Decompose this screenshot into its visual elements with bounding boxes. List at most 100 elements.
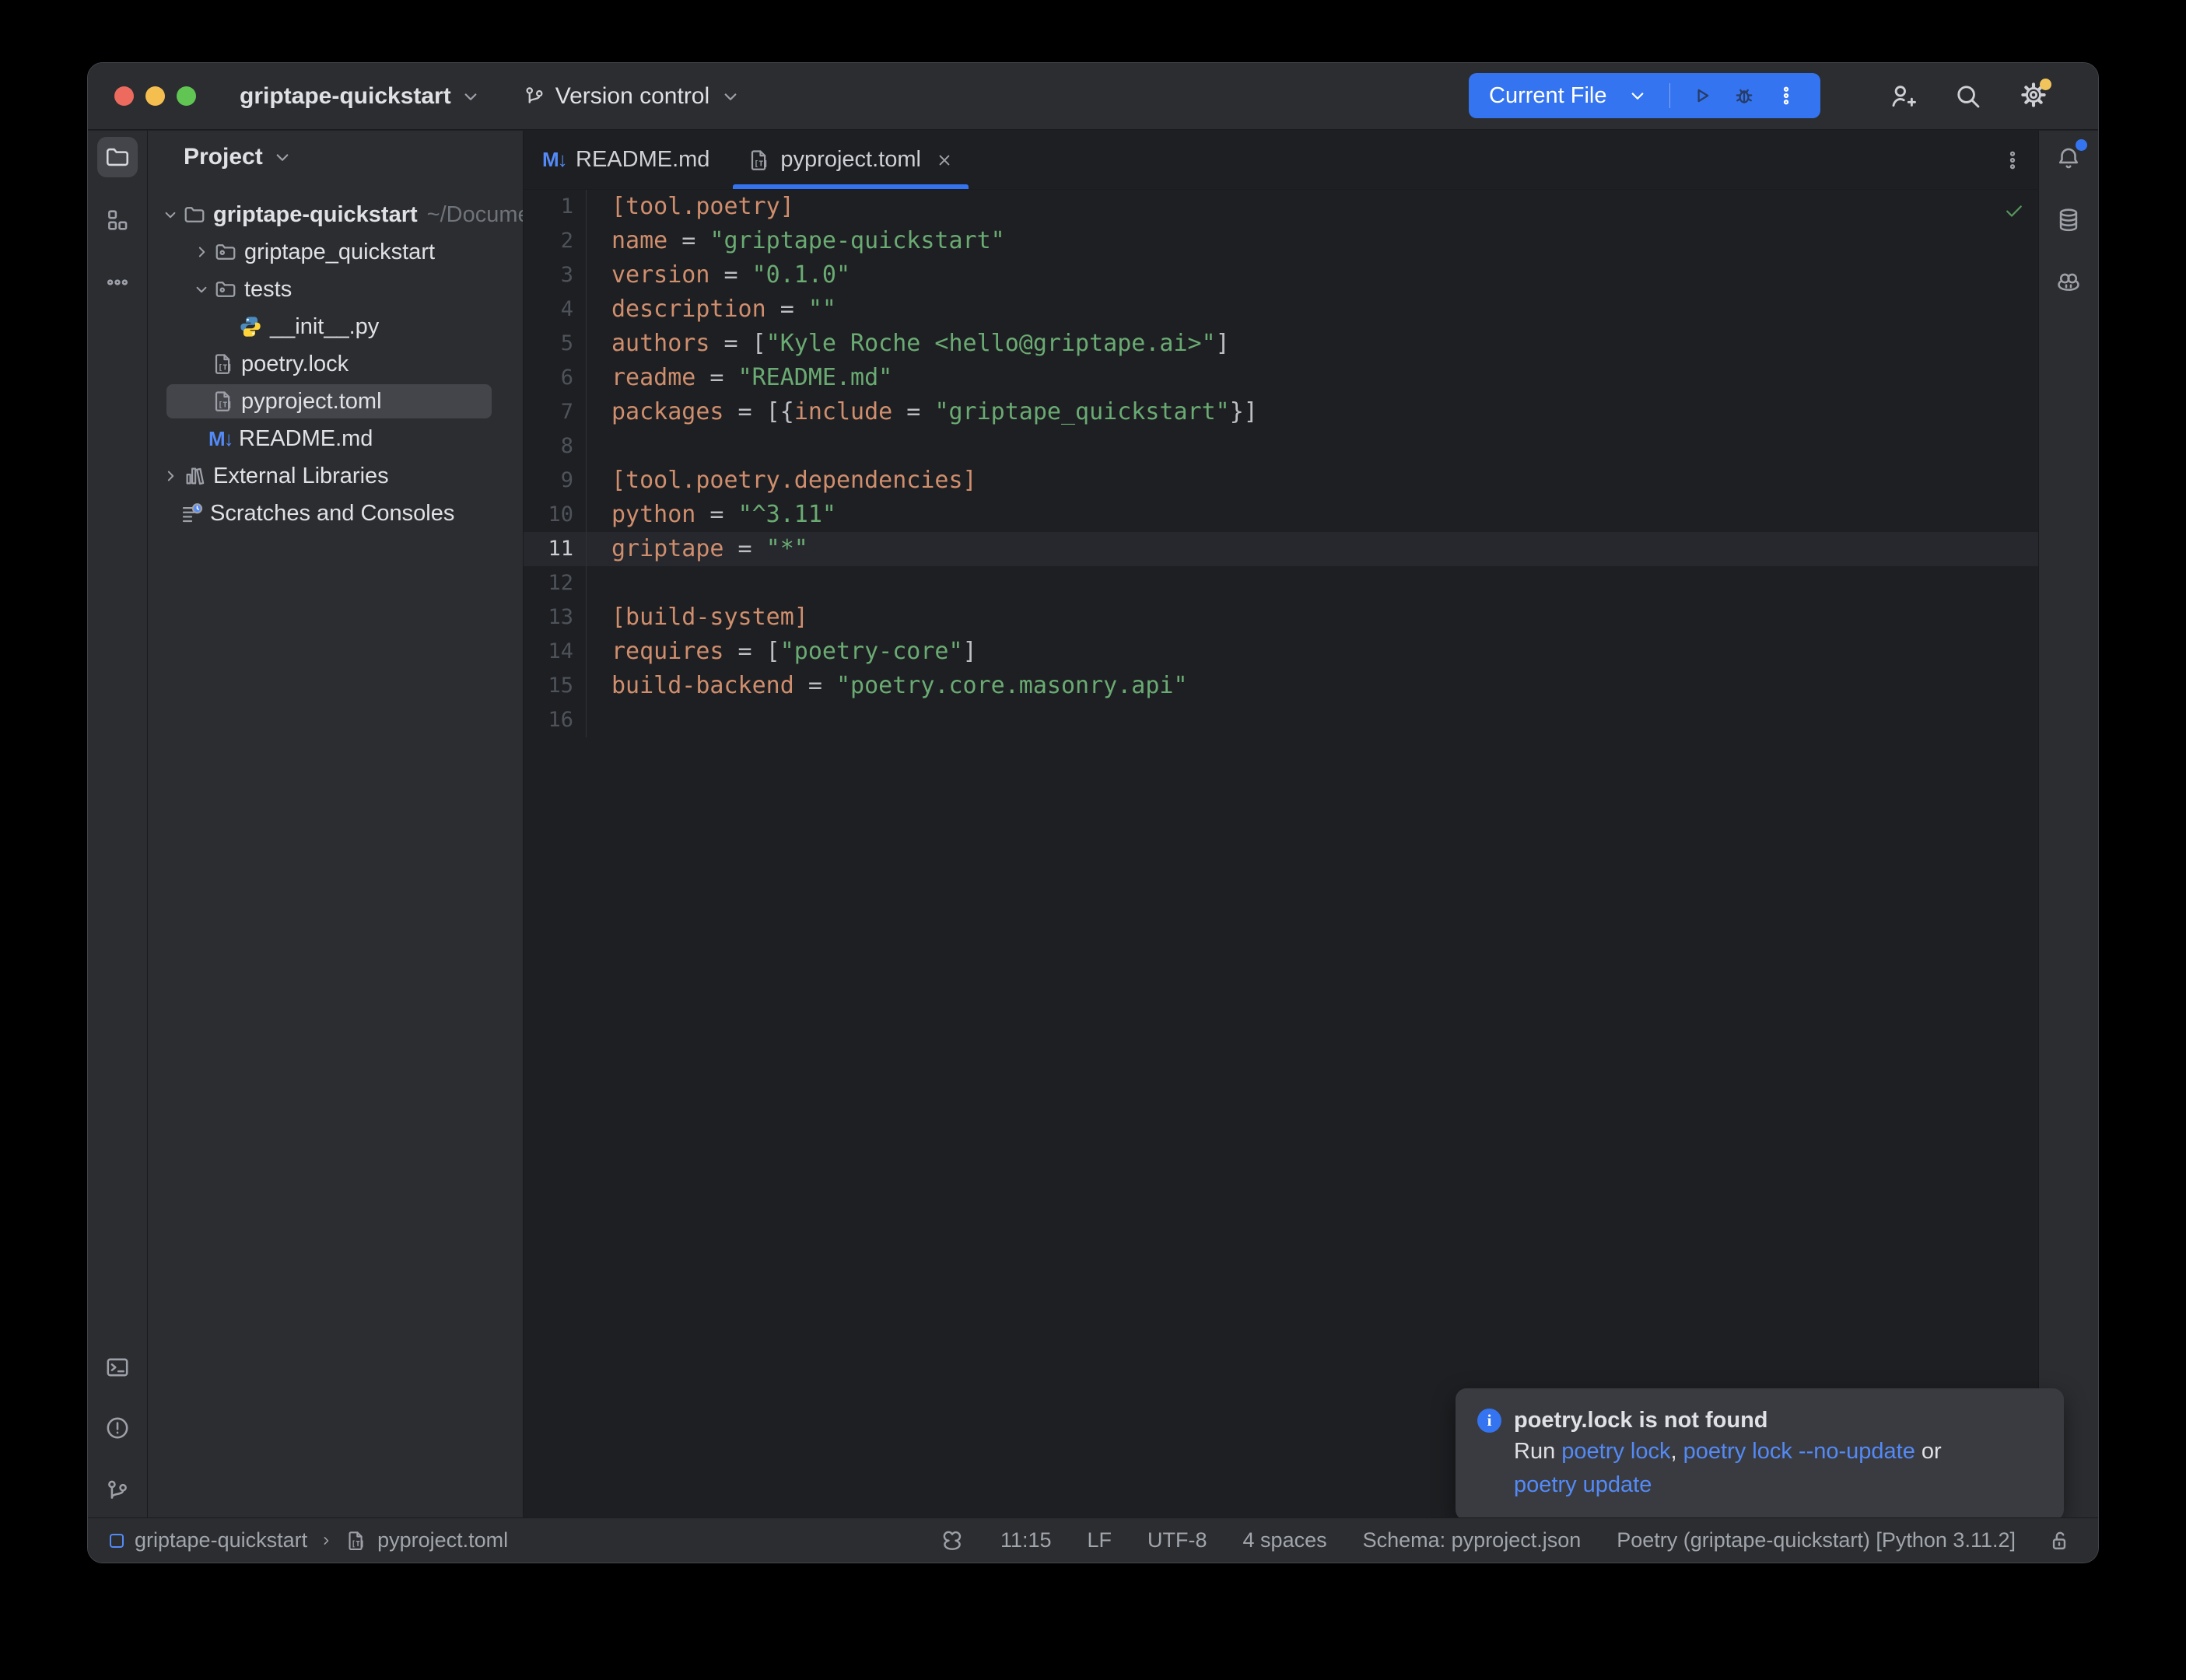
- tree-item-pyproject-toml[interactable]: pyproject.toml: [148, 383, 523, 420]
- git-branch-icon: [104, 1478, 131, 1504]
- code-line[interactable]: 8: [524, 429, 2038, 464]
- tree-item-griptape-quickstart-pkg[interactable]: griptape_quickstart: [148, 233, 523, 271]
- python-icon: [238, 314, 263, 339]
- terminal-icon: [104, 1354, 131, 1381]
- status-item[interactable]: 4 spaces: [1243, 1528, 1327, 1552]
- more-actions-icon[interactable]: [1774, 84, 1798, 107]
- status-item[interactable]: UTF-8: [1147, 1528, 1207, 1552]
- problems-tool-button[interactable]: [97, 1408, 138, 1448]
- status-item[interactable]: 11:15: [1000, 1528, 1052, 1552]
- status-item[interactable]: Schema: pyproject.json: [1363, 1528, 1582, 1552]
- vcs-widget[interactable]: Version control: [523, 83, 742, 110]
- code-text: readme = "README.md": [586, 361, 892, 395]
- run-configuration-selector[interactable]: Current File: [1489, 83, 1607, 109]
- unlock-icon[interactable]: [2047, 1528, 2072, 1553]
- code-text: requires = ["poetry-core"]: [586, 635, 977, 669]
- line-number: 3: [524, 258, 573, 292]
- tree-item-readme-md[interactable]: M↓ README.md: [148, 420, 523, 457]
- notification-link[interactable]: poetry update: [1514, 1472, 1652, 1497]
- tab-pyproject-toml[interactable]: pyproject.toml: [728, 131, 973, 189]
- run-widget: Current File: [1469, 73, 1820, 118]
- breadcrumb-project[interactable]: griptape-quickstart: [135, 1528, 307, 1552]
- code-line[interactable]: 5authors = ["Kyle Roche <hello@griptape.…: [524, 327, 2038, 361]
- status-item[interactable]: Poetry (griptape-quickstart) [Python 3.1…: [1617, 1528, 2016, 1552]
- tab-options-icon[interactable]: [2001, 149, 2024, 172]
- ai-assistant-tool-button[interactable]: [2048, 263, 2089, 303]
- code-line[interactable]: 11griptape = "*": [524, 532, 2038, 566]
- chevron-right-icon[interactable]: [191, 242, 212, 262]
- code-editor[interactable]: 1[tool.poetry]2name = "griptape-quicksta…: [524, 190, 2038, 737]
- code-line[interactable]: 15build-backend = "poetry.core.masonry.a…: [524, 669, 2038, 703]
- chevron-right-icon[interactable]: [160, 466, 180, 486]
- code-line[interactable]: 2name = "griptape-quickstart": [524, 224, 2038, 258]
- status-item[interactable]: LF: [1088, 1528, 1112, 1552]
- more-tool-windows-button[interactable]: [97, 262, 138, 303]
- code-line[interactable]: 10python = "^3.11": [524, 498, 2038, 532]
- tree-item-poetry-lock[interactable]: poetry.lock: [148, 345, 523, 383]
- code-line[interactable]: 7packages = [{include = "griptape_quicks…: [524, 395, 2038, 429]
- code-line[interactable]: 1[tool.poetry]: [524, 190, 2038, 224]
- code-line[interactable]: 16: [524, 703, 2038, 737]
- project-panel: Project griptape-quickstart ~/Docume gri…: [148, 131, 524, 1519]
- code-line[interactable]: 6readme = "README.md": [524, 361, 2038, 395]
- project-panel-title: Project: [184, 144, 263, 170]
- notifications-tool-button[interactable]: [2048, 138, 2089, 178]
- line-number: 12: [524, 566, 573, 600]
- structure-tool-button[interactable]: [97, 200, 138, 240]
- settings-button[interactable]: [2019, 80, 2048, 114]
- debug-icon[interactable]: [1732, 84, 1756, 107]
- close-tab-icon[interactable]: [934, 150, 955, 170]
- close-window-button[interactable]: [114, 86, 134, 106]
- ide-window: griptape-quickstart Version control Curr…: [87, 62, 2099, 1563]
- minimize-window-button[interactable]: [145, 86, 165, 106]
- chevron-down-icon[interactable]: [191, 279, 212, 299]
- notification-popup[interactable]: i poetry.lock is not found Run poetry lo…: [1456, 1388, 2064, 1521]
- chevron-down-icon[interactable]: [1626, 84, 1649, 107]
- tree-item-tests[interactable]: tests: [148, 271, 523, 308]
- tree-item-root[interactable]: griptape-quickstart ~/Docume: [148, 196, 523, 233]
- notification-link[interactable]: poetry lock: [1561, 1439, 1670, 1464]
- tree-item-external-libraries[interactable]: External Libraries: [148, 457, 523, 495]
- code-text: build-backend = "poetry.core.masonry.api…: [586, 669, 1188, 703]
- maximize-window-button[interactable]: [177, 86, 196, 106]
- notification-link[interactable]: poetry lock --no-update: [1683, 1439, 1915, 1464]
- code-line[interactable]: 13[build-system]: [524, 600, 2038, 635]
- code-line[interactable]: 9[tool.poetry.dependencies]: [524, 464, 2038, 498]
- code-line[interactable]: 14 requires = ["poetry-core"]: [524, 635, 2038, 669]
- ellipsis-icon: [104, 269, 131, 296]
- libraries-icon: [183, 464, 206, 488]
- code-line[interactable]: 12: [524, 566, 2038, 600]
- commit-tool-button[interactable]: [97, 1471, 138, 1511]
- tree-item-label: griptape-quickstart: [213, 202, 418, 228]
- run-icon[interactable]: [1690, 84, 1714, 107]
- line-number: 14: [524, 635, 573, 669]
- tree-item-label: External Libraries: [213, 464, 389, 489]
- settings-update-badge: [2040, 79, 2051, 90]
- chevron-down-icon: [271, 145, 294, 169]
- code-text: description = "": [586, 292, 836, 327]
- project-tool-button[interactable]: [97, 137, 138, 177]
- status-bar: griptape-quickstart pyproject.toml 11:15…: [88, 1517, 2098, 1563]
- code-line[interactable]: 4description = "": [524, 292, 2038, 327]
- tree-item-init-py[interactable]: __init__.py: [148, 308, 523, 345]
- code-line[interactable]: 3version = "0.1.0": [524, 258, 2038, 292]
- tree-item-label: Scratches and Consoles: [210, 501, 454, 527]
- breadcrumb-file[interactable]: pyproject.toml: [377, 1528, 508, 1552]
- chevron-down-icon[interactable]: [160, 205, 180, 225]
- search-everywhere-icon[interactable]: [1953, 82, 1983, 111]
- notification-body-line: poetry update: [1514, 1468, 1942, 1502]
- code-text: [586, 703, 611, 737]
- project-selector[interactable]: griptape-quickstart: [240, 83, 482, 110]
- chevron-down-icon: [459, 85, 482, 108]
- folder-icon: [183, 203, 206, 226]
- code-text: [586, 566, 611, 600]
- database-tool-button[interactable]: [2048, 200, 2089, 240]
- tab-readme-md[interactable]: M↓ README.md: [524, 131, 728, 189]
- code-text: [tool.poetry]: [586, 190, 794, 224]
- line-number: 7: [524, 395, 573, 429]
- terminal-tool-button[interactable]: [97, 1347, 138, 1388]
- code-with-me-icon[interactable]: [1888, 82, 1918, 111]
- tree-item-scratches[interactable]: Scratches and Consoles: [148, 495, 523, 532]
- project-panel-header[interactable]: Project: [148, 131, 523, 184]
- ai-assistant-status-icon[interactable]: [940, 1528, 965, 1553]
